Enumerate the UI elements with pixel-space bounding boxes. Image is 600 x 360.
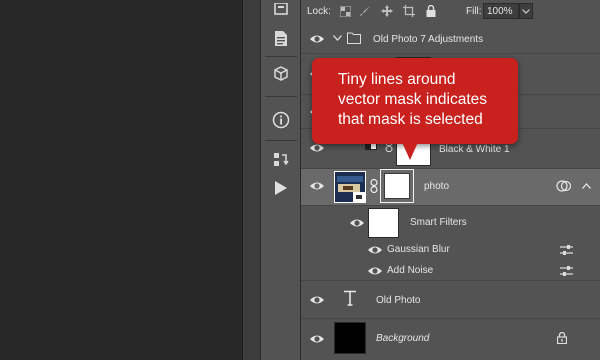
lock-label: Lock: <box>307 6 331 17</box>
lock-bar: Lock: Fill: 100% <box>301 0 600 24</box>
fill-input[interactable]: 100% <box>483 3 519 19</box>
eye-icon[interactable] <box>349 217 365 229</box>
filter-name: Gaussian Blur <box>387 244 450 255</box>
annotation-callout: Tiny lines around vector mask indicates … <box>312 58 518 144</box>
filter-blending-options-icon[interactable] <box>560 265 573 277</box>
layer-name: Old Photo 7 Adjustments <box>373 34 484 45</box>
smart-filter-mask-thumbnail[interactable] <box>368 208 399 238</box>
info-icon[interactable] <box>271 110 291 130</box>
filter-name: Add Noise <box>387 265 434 276</box>
lock-icon[interactable] <box>557 332 567 344</box>
layer-row-background[interactable]: Background <box>301 319 600 360</box>
smart-object-icon[interactable] <box>556 179 572 193</box>
lock-all-icon[interactable] <box>425 5 437 17</box>
callout-text-line: Tiny lines around <box>338 71 456 88</box>
layer-row-old-photo[interactable]: Old Photo <box>301 281 600 319</box>
vector-mask-thumbnail[interactable] <box>384 173 410 199</box>
history-icon[interactable] <box>271 0 291 20</box>
eye-icon[interactable] <box>367 265 383 277</box>
layer-name: Old Photo <box>376 295 421 306</box>
smart-filters-label: Smart Filters <box>410 217 467 228</box>
panel-icon-strip <box>260 0 300 360</box>
layer-group-row[interactable]: Old Photo 7 Adjustments <box>301 24 600 54</box>
chevron-up-icon[interactable] <box>582 183 591 189</box>
eye-icon[interactable] <box>309 333 325 345</box>
layer-row-photo[interactable]: photo <box>301 169 600 206</box>
panel-divider[interactable] <box>242 0 260 360</box>
eye-icon[interactable] <box>367 244 383 256</box>
folder-icon <box>347 32 361 44</box>
canvas-area <box>0 0 242 360</box>
callout-text-line: that mask is selected <box>338 111 483 128</box>
filter-row-gaussian-blur[interactable]: Gaussian Blur <box>301 239 600 261</box>
background-thumbnail[interactable] <box>334 322 366 354</box>
tool-separator <box>265 56 297 57</box>
layer-name: photo <box>424 181 450 192</box>
callout-pointer <box>401 140 419 160</box>
tool-separator <box>265 140 297 141</box>
filter-row-add-noise[interactable]: Add Noise <box>301 261 600 281</box>
play-icon[interactable] <box>271 178 291 198</box>
chevron-down-icon[interactable] <box>519 3 533 19</box>
document-icon[interactable] <box>271 28 291 48</box>
text-layer-icon <box>344 290 356 306</box>
callout-text-line: vector mask indicates <box>338 91 488 108</box>
filter-blending-options-icon[interactable] <box>560 244 573 256</box>
lock-move-icon[interactable] <box>381 5 393 17</box>
lock-transparent-icon[interactable] <box>339 5 351 17</box>
layer-name: Background <box>376 333 430 344</box>
3d-cube-icon[interactable] <box>271 64 291 84</box>
tool-separator <box>265 96 297 97</box>
chevron-down-icon[interactable] <box>333 35 342 41</box>
fill-label: Fill: <box>466 6 482 17</box>
eye-icon[interactable] <box>309 180 325 192</box>
link-icon[interactable] <box>370 179 378 193</box>
photo-thumbnail[interactable] <box>334 171 366 203</box>
layers-panel: Lock: Fill: 100% Old Photo 7 Adjustments <box>300 0 600 360</box>
eye-icon[interactable] <box>309 33 325 45</box>
layer-name: Black & White 1 <box>439 144 510 155</box>
swap-icon[interactable] <box>271 150 291 170</box>
lock-brush-icon[interactable] <box>359 5 371 17</box>
smart-filters-row[interactable]: Smart Filters <box>301 206 600 239</box>
eye-icon[interactable] <box>309 294 325 306</box>
lock-artboard-icon[interactable] <box>403 5 415 17</box>
